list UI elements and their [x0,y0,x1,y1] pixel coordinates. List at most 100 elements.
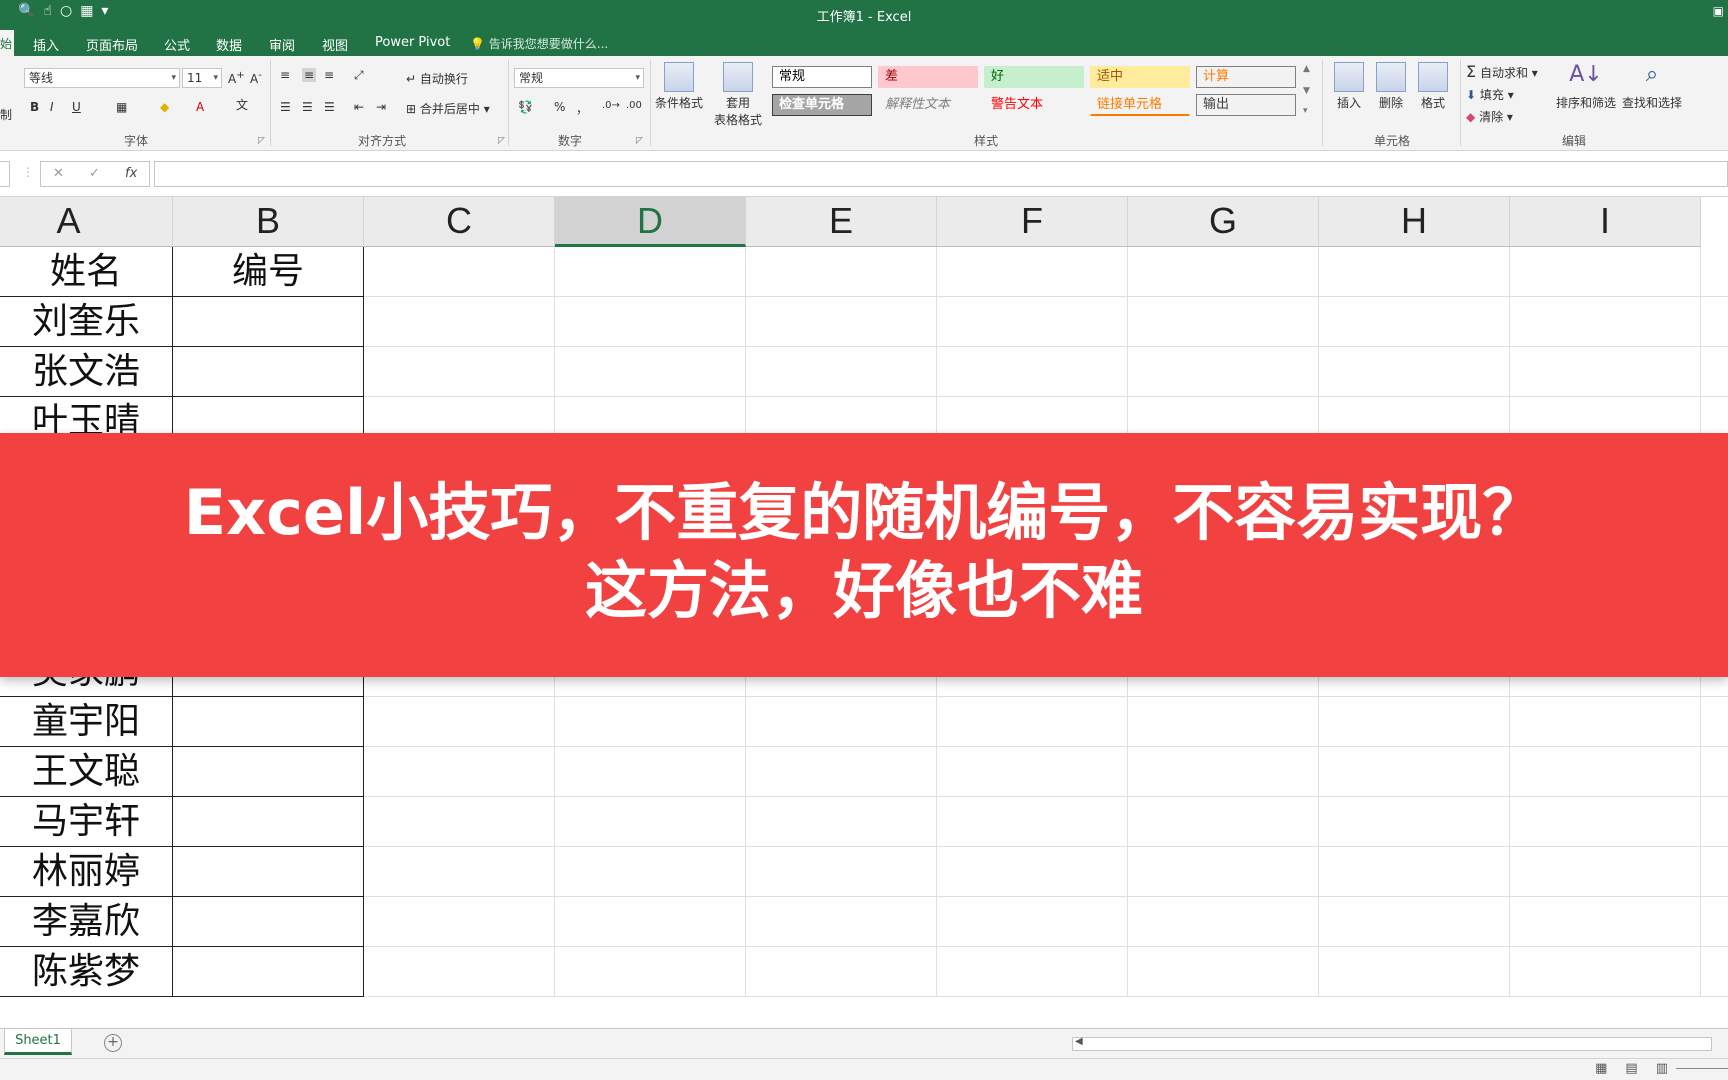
cell-b15[interactable] [173,947,364,997]
autosum-button[interactable]: Σ 自动求和 ▾ [1466,62,1538,81]
style-output[interactable]: 输出 [1196,94,1296,116]
style-calculation[interactable]: 计算 [1196,66,1296,88]
cell-c11[interactable] [364,747,555,797]
style-check-cell[interactable]: 检查单元格 [772,94,872,116]
find-select-button[interactable]: ⌕ 查找和选择 [1620,62,1684,111]
cell-c13[interactable] [364,847,555,897]
cell-c12[interactable] [364,797,555,847]
column-header-f[interactable]: F [937,197,1128,247]
page-layout-view-icon[interactable]: ▤ [1625,1061,1637,1076]
column-header-b[interactable]: B [173,197,364,247]
cell-c2[interactable] [364,297,555,347]
column-header-h[interactable]: H [1319,197,1510,247]
cell-f3[interactable] [937,347,1128,397]
cell-f1[interactable] [937,247,1128,297]
tell-me-box[interactable]: 💡 告诉我您想要做什么... [470,35,608,52]
normal-view-icon[interactable]: ▦ [1595,1061,1607,1076]
style-good[interactable]: 好 [984,66,1084,88]
cell-b2[interactable] [173,297,364,347]
align-launcher-icon[interactable]: ◸ [498,136,505,146]
cell-b12[interactable] [173,797,364,847]
cell-d15[interactable] [555,947,746,997]
cell-h12[interactable] [1319,797,1510,847]
cell-e12[interactable] [746,797,937,847]
percent-button[interactable]: % [554,100,565,114]
style-warning[interactable]: 警告文本 [984,94,1084,116]
formula-input[interactable] [154,161,1728,187]
format-as-table-button[interactable]: 套用 表格格式 [710,62,766,128]
comma-button[interactable]: ， [576,100,588,117]
cell-e1[interactable] [746,247,937,297]
tab-power-pivot[interactable]: Power Pivot [375,35,450,50]
cell-f2[interactable] [937,297,1128,347]
style-linked-cell[interactable]: 链接单元格 [1090,94,1190,116]
decrease-decimal-icon[interactable]: .00 [626,100,642,111]
clipboard-stub[interactable]: 制 [0,106,12,123]
cell-h11[interactable] [1319,747,1510,797]
orientation-icon[interactable]: ⤢ [354,68,364,83]
cell-i10[interactable] [1510,697,1701,747]
cell-c3[interactable] [364,347,555,397]
tab-formulas[interactable]: 公式 [164,35,190,54]
insert-function-icon[interactable]: fx [125,166,137,181]
align-top-icon[interactable]: ≡ [280,68,290,82]
tab-view[interactable]: 视图 [322,35,348,54]
cell-f10[interactable] [937,697,1128,747]
cell-d14[interactable] [555,897,746,947]
format-cells-button[interactable]: 格式 [1412,62,1454,111]
shrink-font-icon[interactable]: A- [250,70,262,86]
decrease-indent-icon[interactable]: ⇤ [354,100,364,114]
align-right-icon[interactable]: ☰ [324,100,335,114]
cell-e13[interactable] [746,847,937,897]
cell-b10[interactable] [173,697,364,747]
cell-f11[interactable] [937,747,1128,797]
wrap-text-button[interactable]: ↵ 自动换行 [406,70,468,87]
font-name-select[interactable]: 等线 ▾ [24,68,180,88]
cell-d12[interactable] [555,797,746,847]
cell-e11[interactable] [746,747,937,797]
cell-b3[interactable] [173,347,364,397]
page-break-view-icon[interactable]: ▥ [1656,1061,1668,1076]
enter-icon[interactable]: ✓ [89,166,100,181]
cell-g11[interactable] [1128,747,1319,797]
cell-a2[interactable]: 刘奎乐 [0,297,173,347]
cell-b14[interactable] [173,897,364,947]
number-format-select[interactable]: 常规 ▾ [514,68,644,88]
cell-a14[interactable]: 李嘉欣 [0,897,173,947]
cell-g10[interactable] [1128,697,1319,747]
delete-cells-button[interactable]: 删除 [1370,62,1412,111]
cell-d11[interactable] [555,747,746,797]
cell-i14[interactable] [1510,897,1701,947]
number-launcher-icon[interactable]: ◸ [636,136,643,146]
cell-h2[interactable] [1319,297,1510,347]
conditional-format-button[interactable]: 条件格式 [654,62,704,111]
grow-font-icon[interactable]: A+ [228,70,245,86]
cell-e2[interactable] [746,297,937,347]
font-size-select[interactable]: 11 ▾ [182,68,222,88]
column-header-d[interactable]: D [555,197,746,247]
currency-icon[interactable]: 💱 [518,100,533,114]
cell-h15[interactable] [1319,947,1510,997]
borders-icon[interactable]: ▦ [116,100,127,114]
scroll-left-icon[interactable]: ◀ [1075,1036,1083,1047]
cell-d13[interactable] [555,847,746,897]
bold-button[interactable]: B [30,100,39,114]
cell-e3[interactable] [746,347,937,397]
increase-indent-icon[interactable]: ⇥ [376,100,386,114]
cell-a15[interactable]: 陈紫梦 [0,947,173,997]
cell-b13[interactable] [173,847,364,897]
cell-c10[interactable] [364,697,555,747]
sort-filter-button[interactable]: A↓ 排序和筛选 [1554,62,1618,111]
cell-a13[interactable]: 林丽婷 [0,847,173,897]
cell-e10[interactable] [746,697,937,747]
cell-g3[interactable] [1128,347,1319,397]
cell-c15[interactable] [364,947,555,997]
tab-insert[interactable]: 插入 [33,35,59,54]
fill-button[interactable]: ⬇ 填充 ▾ [1466,86,1514,103]
ribbon-display-icon[interactable]: ▣ [1713,4,1724,18]
horizontal-scrollbar[interactable]: ◀ [1072,1036,1712,1051]
cell-h1[interactable] [1319,247,1510,297]
cell-g13[interactable] [1128,847,1319,897]
cell-g15[interactable] [1128,947,1319,997]
cell-g14[interactable] [1128,897,1319,947]
